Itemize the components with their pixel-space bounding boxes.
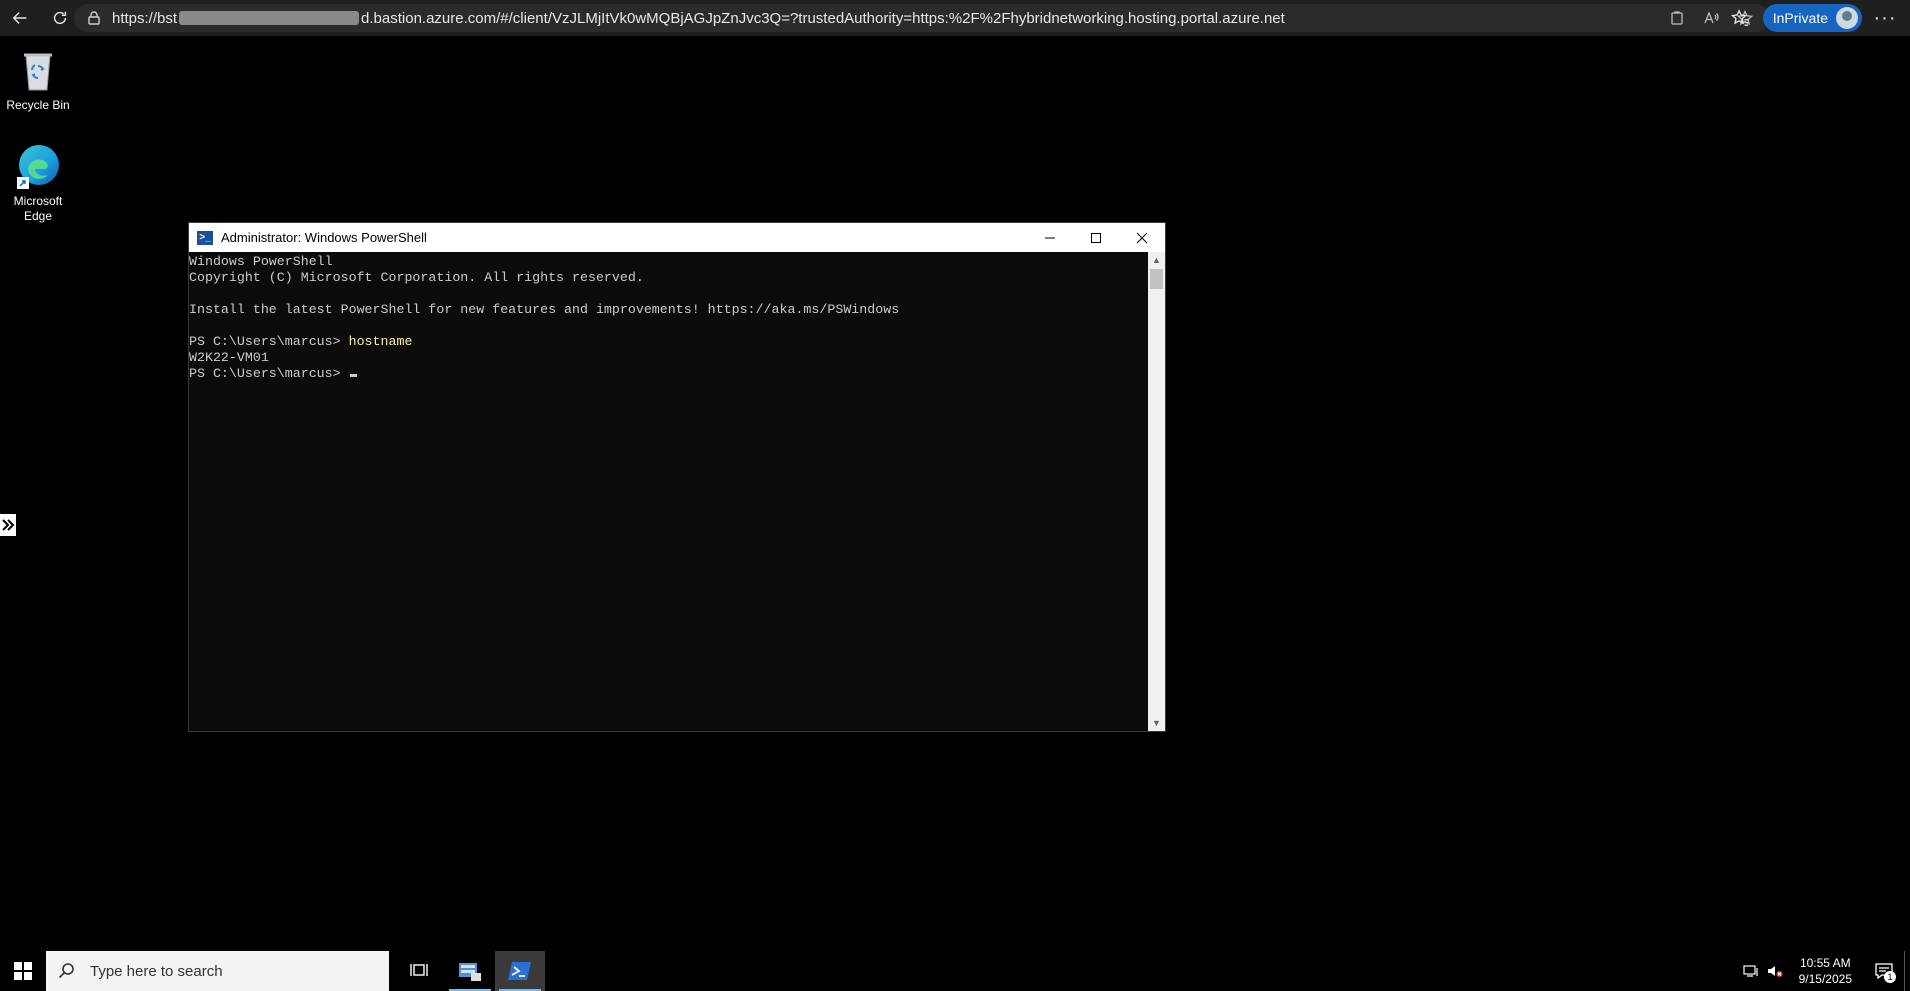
close-button[interactable] — [1119, 223, 1165, 252]
browser-toolbar: https://bst d.bastion.azure.com/#/client/… — [0, 0, 1910, 36]
inprivate-label: InPrivate — [1772, 10, 1828, 26]
clipboard-icon — [1671, 11, 1683, 25]
favorites-button[interactable] — [1723, 0, 1757, 36]
console-command: hostname — [348, 334, 413, 349]
task-view-icon — [410, 964, 428, 976]
profile-avatar — [1836, 7, 1858, 29]
scroll-up-button[interactable]: ▲ — [1148, 252, 1165, 268]
show-desktop-button[interactable] — [1904, 951, 1910, 991]
close-icon — [1136, 232, 1148, 243]
windows-logo-icon — [14, 962, 32, 980]
taskbar-powershell[interactable] — [495, 951, 545, 991]
inprivate-badge[interactable]: InPrivate — [1762, 4, 1862, 32]
scroll-thumb[interactable] — [1150, 269, 1163, 289]
taskbar: Type here to search 10:55 AM 9/15/2025 1 — [0, 951, 1910, 991]
system-tray: 10:55 AM 9/15/2025 1 — [1739, 951, 1910, 991]
tab-actions-button[interactable] — [1662, 4, 1692, 32]
powershell-icon: >_ — [197, 230, 213, 245]
console-prompt: PS C:\Users\marcus> — [189, 366, 341, 381]
taskbar-clock[interactable]: 10:55 AM 9/15/2025 — [1787, 955, 1864, 987]
console-command-line: PS C:\Users\marcus> hostname — [189, 334, 1148, 350]
search-icon — [58, 963, 74, 979]
edge-icon — [17, 145, 59, 189]
console-output[interactable]: Windows PowerShell Copyright (C) Microso… — [189, 252, 1148, 731]
scroll-down-button[interactable]: ▼ — [1148, 715, 1165, 731]
window-title: Administrator: Windows PowerShell — [221, 230, 427, 245]
network-icon — [1743, 965, 1758, 977]
redacted-region — [179, 11, 360, 25]
console-current-prompt[interactable]: PS C:\Users\marcus> — [189, 366, 1148, 382]
double-chevron-right-icon — [2, 519, 15, 531]
desktop-icon-label: Recycle Bin — [6, 98, 70, 112]
powershell-icon — [508, 962, 531, 980]
powershell-window[interactable]: >_ Administrator: Windows PowerShell Win… — [188, 222, 1166, 732]
read-aloud-icon — [1704, 11, 1719, 24]
back-button[interactable] — [0, 0, 40, 36]
console-line: Copyright (C) Microsoft Corporation. All… — [189, 270, 644, 285]
notification-count-badge: 1 — [1884, 971, 1896, 983]
favorites-icon — [1730, 9, 1748, 26]
console-line: Install the latest PowerShell for new fe… — [189, 302, 900, 317]
more-options-button[interactable]: ··· — [1868, 0, 1902, 36]
console-prompt: PS C:\Users\marcus> — [189, 334, 349, 349]
minimize-icon — [1045, 237, 1055, 238]
window-title-bar[interactable]: >_ Administrator: Windows PowerShell — [189, 223, 1165, 252]
clock-date: 9/15/2025 — [1798, 972, 1852, 986]
clock-time: 10:55 AM — [1799, 956, 1851, 970]
refresh-icon — [53, 11, 67, 25]
desktop-icon-recycle-bin[interactable]: Recycle Bin — [0, 46, 76, 113]
arrow-left-icon — [12, 12, 27, 24]
url-suffix: d.bastion.azure.com/#/client/VzJLMjItVk0… — [361, 9, 1285, 27]
maximize-button[interactable] — [1073, 223, 1119, 252]
console-line: Windows PowerShell — [189, 254, 333, 269]
volume-tray-button[interactable] — [1763, 951, 1787, 991]
vertical-scrollbar[interactable]: ▲ ▼ — [1148, 252, 1165, 731]
desktop-icon-label: Microsoft Edge — [13, 194, 63, 223]
search-placeholder: Type here to search — [90, 962, 223, 980]
network-tray-button[interactable] — [1739, 951, 1763, 991]
taskbar-file-explorer[interactable] — [445, 951, 495, 991]
start-button[interactable] — [0, 951, 46, 991]
task-view-button[interactable] — [395, 951, 445, 991]
server-manager-icon — [459, 963, 481, 981]
url-prefix: https://bst — [112, 9, 178, 27]
address-bar[interactable]: https://bst d.bastion.azure.com/#/client/… — [74, 4, 1770, 32]
window-controls — [1027, 223, 1165, 252]
action-center-button[interactable]: 1 — [1864, 951, 1904, 991]
minimize-button[interactable] — [1027, 223, 1073, 252]
taskbar-search-box[interactable]: Type here to search — [46, 951, 389, 991]
desktop-icon-microsoft-edge[interactable]: Microsoft Edge — [0, 142, 76, 224]
recycle-bin-icon — [24, 53, 52, 91]
speaker-muted-icon — [1767, 966, 1783, 977]
browser-right-controls: InPrivate ··· — [1723, 0, 1910, 36]
read-aloud-button[interactable] — [1696, 4, 1726, 32]
text-cursor — [349, 374, 357, 377]
console-line: W2K22-VM01 — [189, 350, 269, 365]
maximize-icon — [1091, 232, 1101, 243]
lock-icon — [88, 11, 100, 25]
bastion-side-panel-toggle[interactable] — [0, 514, 16, 536]
